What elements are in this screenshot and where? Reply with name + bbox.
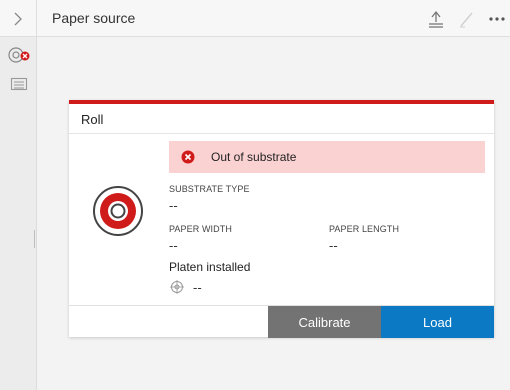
- sidebar-item-roll[interactable]: [0, 42, 37, 68]
- paper-length-value: --: [329, 238, 338, 253]
- eject-icon: [429, 10, 443, 28]
- sheet-tray-icon: [10, 77, 27, 91]
- substrate-type-value: --: [169, 198, 178, 213]
- platen-label: Platen installed: [169, 260, 251, 274]
- alert-text: Out of substrate: [211, 150, 297, 164]
- expand-sidebar-button[interactable]: [0, 0, 37, 37]
- action-bar: Calibrate Load: [69, 305, 494, 338]
- chevron-right-icon: [14, 12, 22, 25]
- pen-icon: [460, 12, 473, 28]
- substrate-type-label: SUBSTRATE TYPE: [169, 184, 250, 194]
- roll-icon: [93, 186, 143, 236]
- error-icon: [181, 150, 195, 164]
- sidebar-item-sheet[interactable]: [0, 71, 37, 97]
- paper-width-value: --: [169, 238, 178, 253]
- eject-button[interactable]: [425, 8, 447, 30]
- paper-length-label: PAPER LENGTH: [329, 224, 400, 234]
- more-icon: [489, 17, 505, 21]
- roll-error-icon: [7, 47, 29, 63]
- load-button[interactable]: Load: [381, 306, 494, 338]
- out-of-substrate-alert: Out of substrate: [169, 141, 485, 173]
- platen-icon: [170, 280, 184, 294]
- sidebar-resize-handle[interactable]: [34, 230, 37, 248]
- more-button[interactable]: [486, 8, 508, 30]
- left-sidebar: [0, 37, 37, 390]
- roll-card: Roll Out of substrate SUBSTRATE TYPE -- …: [69, 100, 494, 338]
- platen-value: --: [193, 280, 202, 295]
- edit-button[interactable]: [456, 8, 478, 30]
- top-bar: Paper source: [0, 0, 510, 37]
- paper-width-label: PAPER WIDTH: [169, 224, 232, 234]
- page-title: Paper source: [52, 10, 136, 26]
- calibrate-button[interactable]: Calibrate: [268, 306, 381, 338]
- card-title: Roll: [69, 104, 494, 134]
